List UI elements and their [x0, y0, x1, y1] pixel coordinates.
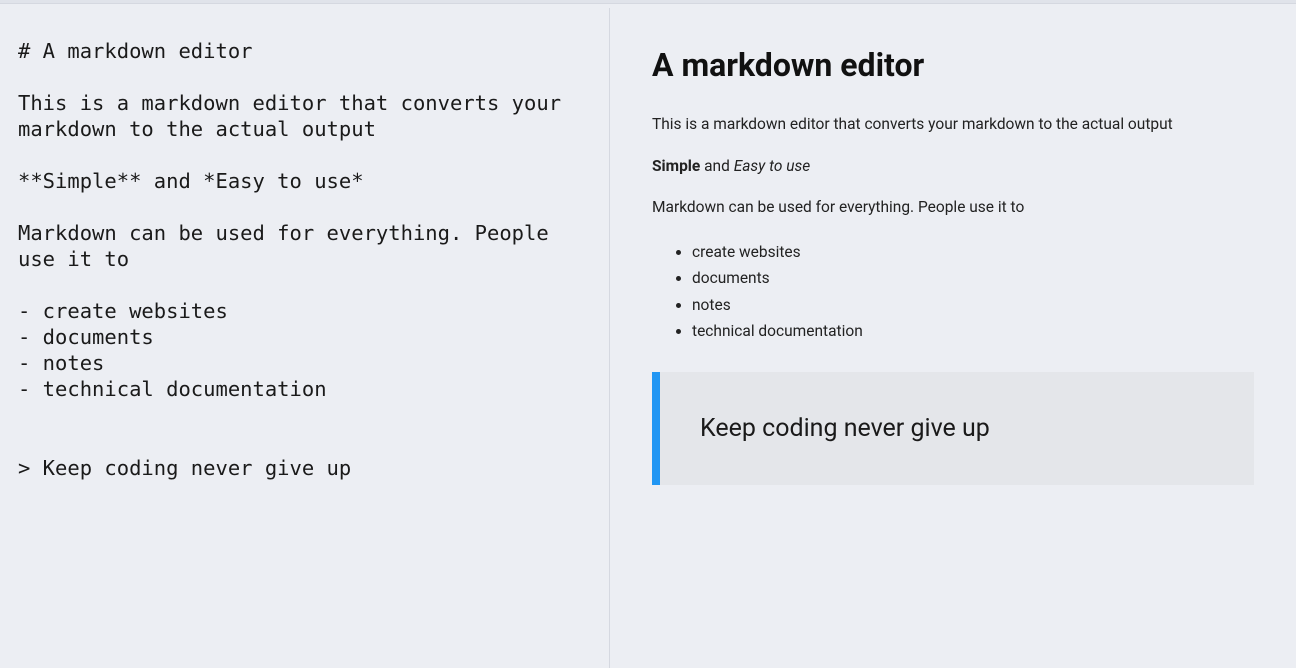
preview-pane: A markdown editor This is a markdown edi… — [610, 8, 1296, 668]
markdown-input[interactable] — [18, 38, 591, 650]
preview-style-paragraph: Simple and Easy to use — [652, 156, 1254, 178]
app-container: A markdown editor This is a markdown edi… — [0, 4, 1296, 668]
list-item: documents — [692, 265, 1254, 291]
preview-intro-paragraph: This is a markdown editor that converts … — [652, 114, 1254, 136]
editor-pane — [0, 8, 610, 668]
preview-title: A markdown editor — [652, 46, 1254, 84]
list-item: create websites — [692, 239, 1254, 265]
preview-italic-text: Easy to use — [734, 157, 811, 175]
preview-plain-and: and — [700, 157, 733, 175]
preview-usage-paragraph: Markdown can be used for everything. Peo… — [652, 197, 1254, 219]
preview-blockquote: Keep coding never give up — [652, 372, 1254, 485]
list-item: notes — [692, 292, 1254, 318]
preview-list: create websites documents notes technica… — [652, 239, 1254, 344]
list-item: technical documentation — [692, 318, 1254, 344]
preview-bold-text: Simple — [652, 157, 700, 175]
